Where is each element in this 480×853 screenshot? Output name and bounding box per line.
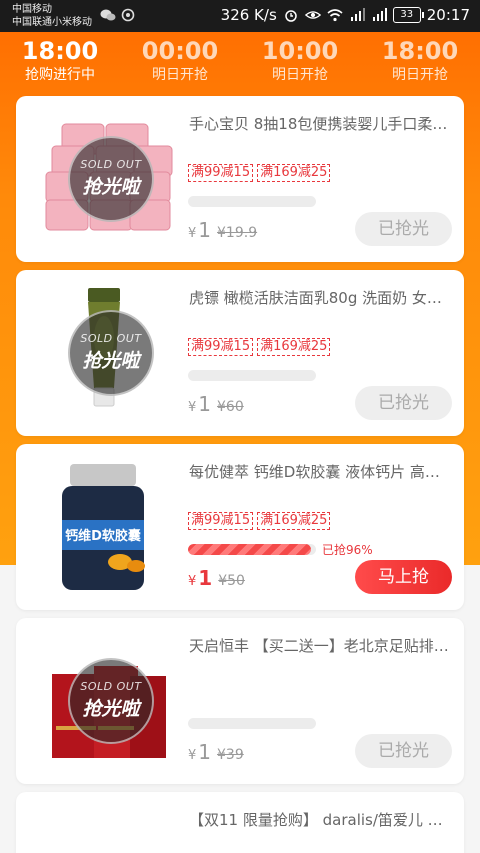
product-image: SOLD OUT 抢光啦 — [32, 114, 177, 244]
product-card[interactable]: 钙维D软胶囊 每优健萃 钙维D软胶囊 液体钙片 高含… 满99减15 满169减… — [16, 444, 464, 610]
tab-status: 明日开抢 — [152, 67, 208, 83]
clock: 20:17 — [426, 6, 470, 24]
status-bar: 中国移动 中国联通小米移动 326 K/s 33 20:17 — [0, 0, 480, 32]
coupon-tag: 满169减25 — [257, 338, 331, 356]
flash-price: 1 — [198, 566, 213, 590]
coupon-tag: 满99减15 — [188, 512, 254, 530]
original-price: ¥50 — [218, 573, 245, 589]
app-notification-icon — [121, 8, 135, 22]
sold-percentage: 已抢96% — [322, 543, 373, 557]
sold-out-en: SOLD OUT — [80, 680, 142, 693]
tab-status: 明日开抢 — [392, 67, 448, 83]
product-name: 【双11 限量抢购】 daralis/笛爱儿 口… — [189, 811, 451, 829]
tab-slot-1[interactable]: 18:00 抢购进行中 — [0, 32, 120, 94]
product-card[interactable]: 【双11 限量抢购】 daralis/笛爱儿 口… — [16, 792, 464, 853]
battery-indicator: 33 — [392, 7, 424, 23]
buy-now-button[interactable]: 马上抢 — [355, 560, 452, 594]
coupon-tag: 满169减25 — [257, 164, 331, 182]
product-name: 天启恒丰 【买二送一】老北京足贴排… — [189, 637, 449, 655]
sold-out-button[interactable]: 已抢光 — [355, 212, 452, 246]
carrier-1: 中国移动 — [12, 4, 52, 15]
sales-progress-bar — [188, 196, 316, 207]
sold-out-en: SOLD OUT — [80, 158, 142, 171]
price-row: ¥ 1 ¥19.9 — [188, 218, 257, 242]
coupon-list: 满99减15 满169减25 — [188, 164, 331, 182]
product-card[interactable]: SOLD OUT 抢光啦 手心宝贝 8抽18包便携装婴儿手口柔… 满99减15 … — [16, 96, 464, 262]
coupon-tag: 满169减25 — [257, 512, 331, 530]
original-price: ¥60 — [217, 399, 244, 415]
tab-time: 10:00 — [261, 37, 339, 65]
currency-symbol: ¥ — [188, 400, 197, 415]
wechat-icon — [100, 9, 116, 21]
sold-out-en: SOLD OUT — [80, 332, 142, 345]
tab-time: 18:00 — [381, 37, 459, 65]
sold-out-button[interactable]: 已抢光 — [355, 734, 452, 768]
product-image: 钙维D软胶囊 — [32, 462, 177, 592]
price-row: ¥ 1 ¥60 — [188, 392, 244, 416]
price-row: ¥ 1 ¥50 — [188, 566, 245, 590]
tab-status: 明日开抢 — [272, 67, 328, 83]
eye-icon — [304, 11, 321, 19]
sold-out-badge: SOLD OUT 抢光啦 — [68, 136, 154, 222]
alarm-icon — [285, 10, 297, 22]
product-card[interactable]: SOLD OUT 抢光啦 天启恒丰 【买二送一】老北京足贴排… ¥ 1 ¥39 … — [16, 618, 464, 784]
coupon-tag: 满99减15 — [188, 338, 254, 356]
carrier-info: 中国移动 中国联通小米移动 — [12, 3, 92, 29]
supplement-bottle-image: 钙维D软胶囊 — [62, 464, 145, 590]
time-slot-tabs: 18:00 抢购进行中 00:00 明日开抢 10:00 明日开抢 18:00 … — [0, 32, 480, 94]
product-image — [32, 810, 177, 853]
price-row: ¥ 1 ¥39 — [188, 740, 244, 764]
network-speed: 326 K/s — [220, 6, 277, 24]
notification-icons — [100, 8, 136, 22]
coupon-tag: 满99减15 — [188, 164, 254, 182]
currency-symbol: ¥ — [188, 748, 197, 763]
coupon-list: 满99减15 满169减25 — [188, 512, 331, 530]
sales-progress-bar — [188, 370, 316, 381]
lipstick-set-image — [32, 810, 177, 853]
sales-progress-bar — [188, 718, 316, 729]
tab-slot-4[interactable]: 18:00 明日开抢 — [360, 32, 480, 94]
original-price: ¥19.9 — [217, 225, 258, 241]
tab-time: 18:00 — [21, 37, 99, 65]
tab-slot-3[interactable]: 10:00 明日开抢 — [240, 32, 360, 94]
product-name: 虎镖 橄榄活肤洁面乳80g 洗面奶 女… — [189, 289, 442, 307]
tab-time: 00:00 — [141, 37, 219, 65]
sold-out-badge: SOLD OUT 抢光啦 — [68, 658, 154, 744]
signal-4g-icon — [372, 8, 387, 21]
product-image: SOLD OUT 抢光啦 — [32, 636, 177, 766]
wifi-icon — [327, 9, 343, 22]
svg-text:钙维D软胶囊: 钙维D软胶囊 — [65, 528, 142, 544]
carrier-2: 中国联通小米移动 — [12, 17, 92, 28]
sold-out-badge: SOLD OUT 抢光啦 — [68, 310, 154, 396]
signal-2g-icon — [350, 8, 365, 21]
progress-fill — [188, 544, 311, 555]
original-price: ¥39 — [217, 747, 244, 763]
tab-status: 抢购进行中 — [25, 67, 95, 83]
flash-price: 1 — [198, 392, 212, 416]
tab-slot-2[interactable]: 00:00 明日开抢 — [120, 32, 240, 94]
sold-out-cn: 抢光啦 — [82, 350, 140, 372]
product-name: 手心宝贝 8抽18包便携装婴儿手口柔… — [189, 115, 448, 133]
product-name: 每优健萃 钙维D软胶囊 液体钙片 高含… — [189, 463, 451, 481]
product-card[interactable]: SOLD OUT 抢光啦 虎镖 橄榄活肤洁面乳80g 洗面奶 女… 满99减15… — [16, 270, 464, 436]
sales-progress-bar — [188, 544, 316, 555]
currency-symbol: ¥ — [188, 574, 197, 589]
coupon-list: 满99减15 满169减25 — [188, 338, 331, 356]
sold-out-cn: 抢光啦 — [82, 698, 140, 720]
sold-out-cn: 抢光啦 — [82, 176, 140, 198]
sold-out-button[interactable]: 已抢光 — [355, 386, 452, 420]
status-right: 326 K/s 33 20:17 — [221, 6, 470, 24]
product-image: SOLD OUT 抢光啦 — [32, 288, 177, 418]
currency-symbol: ¥ — [188, 226, 197, 241]
flash-price: 1 — [198, 740, 212, 764]
flash-price: 1 — [198, 218, 212, 242]
